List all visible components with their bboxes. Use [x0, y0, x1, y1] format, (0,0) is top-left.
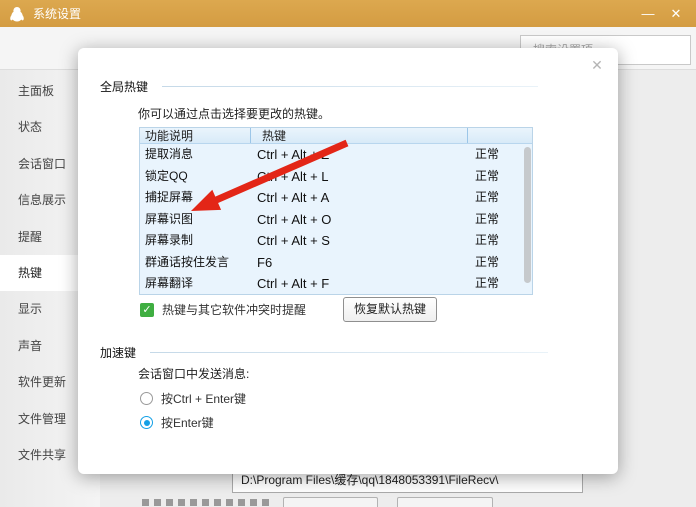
table-row[interactable]: 屏幕录制 Ctrl + Alt + S 正常 [140, 230, 532, 252]
radio-ctrl-enter[interactable]: 按Ctrl + Enter键 [140, 390, 246, 407]
section-title: 全局热键 [100, 78, 148, 95]
hotkey-table-header: 功能说明 热键 [140, 128, 532, 144]
table-row[interactable]: 群通话按住发言 F6 正常 [140, 252, 532, 274]
table-row[interactable]: 屏幕识图 Ctrl + Alt + O 正常 [140, 209, 532, 231]
dialog-close-icon[interactable]: ✕ [588, 56, 606, 74]
qq-penguin-icon [9, 6, 25, 22]
minimize-icon[interactable]: — [634, 0, 662, 27]
conflict-reminder-label: 热键与其它软件冲突时提醒 [162, 301, 306, 318]
radio-icon-selected [140, 416, 153, 429]
col-header-function: 功能说明 [140, 128, 251, 143]
partial-button[interactable] [283, 497, 378, 507]
status-badge: 正常 [468, 252, 532, 274]
table-scrollbar[interactable] [524, 147, 531, 283]
hotkey-table: 功能说明 热键 提取消息 Ctrl + Alt + Z 正常 锁定QQ Ctrl… [139, 127, 533, 295]
accelerator-section-header: 加速键 [100, 344, 548, 361]
send-message-subtitle: 会话窗口中发送消息: [138, 365, 249, 382]
qq-settings-window: 系统设置 — ✕ 基本设置 安全设置 权限设置 [0, 0, 696, 507]
status-badge: 正常 [468, 230, 532, 252]
status-badge: 正常 [468, 187, 532, 209]
status-badge: 正常 [468, 144, 532, 166]
global-hotkeys-section-header: 全局热键 [100, 78, 538, 95]
restore-default-hotkeys-button[interactable]: 恢复默认热键 [343, 297, 437, 322]
conflict-reminder-checkbox[interactable]: ✓ [140, 303, 154, 317]
status-badge: 正常 [468, 273, 532, 295]
table-row[interactable]: 屏幕翻译 Ctrl + Alt + F 正常 [140, 273, 532, 295]
col-header-hotkey: 热键 [251, 128, 468, 143]
partial-button[interactable] [397, 497, 493, 507]
radio-enter[interactable]: 按Enter键 [140, 414, 214, 431]
table-row[interactable]: 捕捉屏幕 Ctrl + Alt + A 正常 [140, 187, 532, 209]
clipped-text-fragment [142, 499, 270, 506]
status-badge: 正常 [468, 166, 532, 188]
divider [162, 86, 538, 87]
table-row[interactable]: 锁定QQ Ctrl + Alt + L 正常 [140, 166, 532, 188]
col-header-status [468, 128, 532, 143]
section-title: 加速键 [100, 344, 136, 361]
hotkey-hint-text: 你可以通过点击选择要更改的热键。 [138, 105, 330, 122]
close-icon[interactable]: ✕ [662, 0, 690, 27]
status-badge: 正常 [468, 209, 532, 231]
titlebar: 系统设置 — ✕ [0, 0, 696, 27]
table-row[interactable]: 提取消息 Ctrl + Alt + Z 正常 [140, 144, 532, 166]
divider [150, 352, 548, 353]
window-title: 系统设置 [33, 5, 81, 22]
hotkey-dialog: ✕ 全局热键 你可以通过点击选择要更改的热键。 功能说明 热键 提取消息 Ctr… [78, 48, 618, 474]
radio-icon [140, 392, 153, 405]
